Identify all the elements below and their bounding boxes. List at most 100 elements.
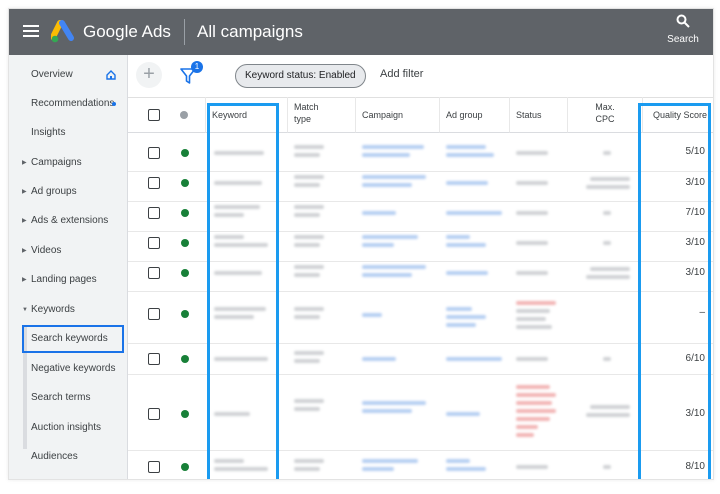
sidebar-item-ad-groups[interactable]: ▶ Ad groups [9,181,127,203]
row-checkbox[interactable] [148,147,160,159]
sidebar-item-keywords[interactable]: ▼ Keywords [9,299,127,321]
home-icon [106,70,116,80]
row-checkbox[interactable] [148,207,160,219]
google-ads-logo [51,20,74,43]
add-button[interactable]: + [136,62,162,88]
campaign-cell[interactable] [362,467,394,471]
sidebar-item-ads-extensions[interactable]: ▶ Ads & extensions [9,210,127,232]
search-button[interactable]: Search [661,14,705,50]
keyword-status-chip[interactable]: Keyword status: Enabled [235,64,366,88]
enabled-status-dot [181,355,189,363]
sidebar-item-search-terms[interactable]: Search terms [9,387,127,409]
column-header-match-type[interactable]: Match type [288,97,356,133]
add-filter-button[interactable]: Add filter [380,68,423,80]
ad-group-cell[interactable] [446,145,486,149]
sidebar-item-label: Negative keywords [31,363,116,374]
sidebar-item-label: Audiences [31,451,78,462]
row-checkbox[interactable] [148,408,160,420]
sidebar-item-label: Keywords [31,304,75,315]
row-checkbox[interactable] [148,353,160,365]
campaign-cell[interactable] [362,153,410,157]
ad-group-cell[interactable] [446,307,472,311]
match-type-cell [294,459,324,463]
menu-icon[interactable] [23,25,39,37]
sidebar-item-label: Campaigns [31,157,82,168]
campaign-cell[interactable] [362,273,412,277]
sidebar-item-audiences[interactable]: Audiences [9,446,127,468]
match-type-cell [294,315,320,319]
match-type-cell [294,265,324,269]
toolbar: + 1 Keyword status: Enabled Add filter [128,55,713,98]
enabled-status-dot [181,463,189,471]
sidebar-item-label: Overview [31,69,73,80]
caret-right-icon: ▶ [22,218,27,224]
row-checkbox[interactable] [148,267,160,279]
ad-group-cell[interactable] [446,243,486,247]
campaign-cell[interactable] [362,265,426,269]
sidebar-item-landing-pages[interactable]: ▶ Landing pages [9,269,127,291]
filter-count-badge: 1 [191,61,203,73]
ad-group-cell[interactable] [446,153,494,157]
max-cpc-cell [586,185,630,189]
status-cell [516,211,548,215]
status-cell [516,433,534,437]
campaign-cell[interactable] [362,183,412,187]
campaign-cell[interactable] [362,243,394,247]
max-cpc-cell [603,151,611,155]
match-type-cell [294,205,324,209]
max-cpc-cell [603,241,611,245]
campaign-cell[interactable] [362,235,418,239]
ad-group-cell[interactable] [446,315,486,319]
ad-group-cell[interactable] [446,235,470,239]
ad-group-cell[interactable] [446,323,476,327]
caret-right-icon: ▶ [22,277,27,283]
campaign-cell[interactable] [362,145,424,149]
sidebar-item-campaigns[interactable]: ▶ Campaigns [9,152,127,174]
ad-group-cell[interactable] [446,357,502,361]
max-cpc-cell [590,267,630,271]
campaign-cell[interactable] [362,211,396,215]
max-cpc-cell [603,357,611,361]
search-label: Search [667,34,699,45]
match-type-cell [294,467,320,471]
sidebar-item-recommendations[interactable]: Recommendations [9,93,127,115]
sidebar-item-auction-insights[interactable]: Auction insights [9,417,127,439]
campaign-cell[interactable] [362,357,396,361]
campaign-cell[interactable] [362,409,412,413]
match-type-cell [294,351,324,355]
enabled-status-dot [181,410,189,418]
keyword-column-highlight [207,103,279,479]
campaign-cell[interactable] [362,401,426,405]
column-header-max-cpc[interactable]: Max. CPC [568,97,643,133]
ad-group-cell[interactable] [446,211,502,215]
notification-dot [112,102,116,106]
campaign-cell[interactable] [362,459,418,463]
ad-group-cell[interactable] [446,181,488,185]
column-header-ad-group[interactable]: Ad group [440,97,510,133]
caret-down-icon: ▼ [22,307,28,313]
sidebar-item-insights[interactable]: Insights [9,122,127,144]
column-header-status[interactable]: Status [510,97,568,133]
sidebar-item-videos[interactable]: ▶ Videos [9,240,127,262]
status-cell [516,425,538,429]
caret-right-icon: ▶ [22,248,27,254]
ad-group-cell[interactable] [446,412,480,416]
sidebar-item-negative-keywords[interactable]: Negative keywords [9,358,127,380]
row-checkbox[interactable] [148,177,160,189]
ad-group-cell[interactable] [446,467,486,471]
match-type-cell [294,243,320,247]
ad-group-cell[interactable] [446,459,470,463]
sidebar-item-overview[interactable]: Overview [9,64,127,86]
match-type-cell [294,153,320,157]
status-cell [516,357,548,361]
row-checkbox[interactable] [148,237,160,249]
status-header-dot [180,111,188,119]
select-all-checkbox[interactable] [148,109,160,121]
campaign-cell[interactable] [362,175,426,179]
row-checkbox[interactable] [148,461,160,473]
campaign-cell[interactable] [362,313,382,317]
ad-group-cell[interactable] [446,271,488,275]
column-header-campaign[interactable]: Campaign [356,97,440,133]
row-checkbox[interactable] [148,308,160,320]
sidebar-item-label: Ad groups [31,186,77,197]
